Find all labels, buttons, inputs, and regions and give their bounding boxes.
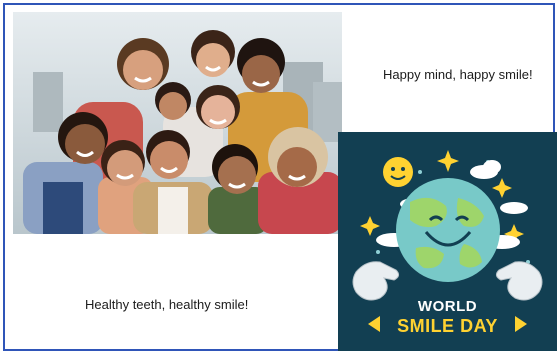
caption-happy-mind: Happy mind, happy smile! bbox=[383, 67, 533, 82]
group-photo bbox=[13, 12, 342, 234]
caption-healthy-teeth: Healthy teeth, healthy smile! bbox=[85, 297, 249, 312]
poster-title-world: WORLD bbox=[417, 298, 478, 315]
page-frame: Happy mind, happy smile! Healthy teeth, … bbox=[3, 3, 557, 351]
world-smile-day-poster: WORLD SMILE DAY bbox=[338, 132, 557, 351]
poster-title-smile-day: SMILE DAY bbox=[397, 316, 498, 336]
